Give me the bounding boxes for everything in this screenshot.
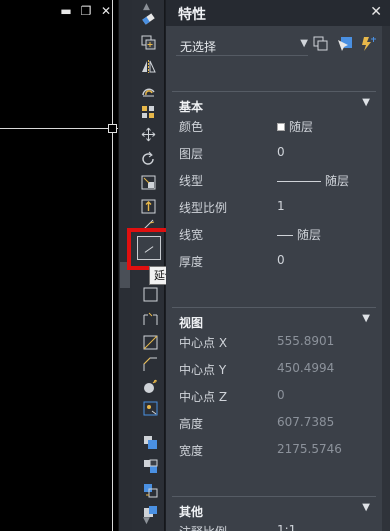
property-value: 0 [277, 388, 285, 402]
stretch-icon[interactable] [140, 198, 157, 215]
mirror-icon[interactable] [140, 58, 157, 75]
break-at-point-icon[interactable] [142, 310, 159, 327]
section-other[interactable]: 其他 ▼ [172, 496, 376, 519]
bring-front-icon[interactable] [142, 458, 159, 475]
minimize-icon[interactable]: ▬ [60, 4, 72, 18]
property-value: 0 [277, 145, 285, 159]
offset-icon[interactable] [140, 82, 157, 99]
array-icon[interactable] [140, 104, 157, 121]
restore-icon[interactable]: ❐ [80, 4, 92, 18]
property-value: 随层 [277, 172, 349, 189]
property-value: 随层 [277, 118, 313, 135]
property-label: 颜色 [179, 120, 204, 134]
property-label: 厚度 [179, 255, 204, 269]
crosshair-vertical [112, 0, 113, 531]
panel-scrollbar[interactable] [382, 26, 390, 531]
property-value: 随层 [277, 226, 321, 243]
draw-order-icon[interactable] [142, 434, 159, 451]
selection-dropdown[interactable]: 无选择 ▼ [176, 34, 308, 56]
property-label: 线型 [179, 174, 204, 188]
property-label: 线宽 [179, 228, 204, 242]
property-value: 0 [277, 253, 285, 267]
select-objects-icon[interactable] [337, 36, 353, 52]
property-label: 中心点 X [179, 336, 228, 350]
properties-panel: 特性 ✕ 无选择 ▼ 基本 ▼ 颜色 随层 图层 0 线型 随层 线型比例 1 … [166, 0, 390, 531]
break-icon[interactable] [142, 286, 159, 303]
property-row-color[interactable]: 颜色 随层 [179, 112, 375, 138]
color-swatch [277, 123, 285, 131]
close-icon[interactable]: ✕ [100, 4, 112, 18]
panel-header: 特性 ✕ [166, 0, 390, 26]
section-view[interactable]: 视图 ▼ [172, 307, 376, 330]
section-basic[interactable]: 基本 ▼ [172, 91, 376, 114]
property-row-width[interactable]: 宽度 2175.5746 [179, 436, 375, 462]
copy-icon[interactable] [140, 34, 157, 51]
close-icon[interactable]: ✕ [370, 4, 382, 20]
collapse-icon: ▼ [362, 313, 370, 324]
selection-value: 无选择 [180, 40, 217, 54]
linetype-sample [277, 181, 321, 182]
chamfer-icon[interactable] [142, 356, 159, 373]
property-row-center-z[interactable]: 中心点 Z 0 [179, 382, 375, 408]
toggle-pickadd-icon[interactable] [313, 36, 329, 52]
property-row-layer[interactable]: 图层 0 [179, 139, 375, 165]
property-row-center-x[interactable]: 中心点 X 555.8901 [179, 328, 375, 354]
send-back-icon[interactable] [142, 482, 159, 499]
join-icon[interactable] [142, 334, 159, 351]
property-label: 线型比例 [179, 201, 228, 215]
property-row-lineweight[interactable]: 线宽 随层 [179, 220, 375, 246]
scale-icon[interactable] [140, 174, 157, 191]
property-label: 中心点 Y [179, 363, 227, 377]
chevron-down-icon: ▼ [300, 38, 308, 49]
property-row-height[interactable]: 高度 607.7385 [179, 409, 375, 435]
blend-icon[interactable] [142, 400, 159, 417]
crosshair-horizontal [0, 128, 118, 129]
move-icon[interactable] [140, 126, 157, 143]
window-controls: ▬ ❐ ✕ [60, 4, 112, 18]
explode-icon[interactable] [142, 378, 159, 395]
property-label: 图层 [179, 147, 204, 161]
property-label: 注释比例 [179, 523, 227, 531]
panel-title: 特性 [178, 7, 206, 23]
property-row-center-y[interactable]: 中心点 Y 450.4994 [179, 355, 375, 381]
quick-select-icon[interactable] [361, 36, 377, 52]
crosshair-pickbox [108, 124, 117, 133]
property-value: 607.7385 [277, 415, 335, 429]
text-front-icon[interactable] [142, 504, 159, 521]
property-label: 高度 [179, 417, 204, 431]
property-value: 2175.5746 [277, 442, 342, 456]
property-label: 中心点 Z [179, 390, 228, 404]
eraser-icon[interactable] [140, 10, 157, 27]
property-row-linetype[interactable]: 线型 随层 [179, 166, 375, 192]
property-value: 450.4994 [277, 361, 335, 375]
drawing-canvas[interactable]: ▬ ❐ ✕ [0, 0, 118, 531]
property-value: 1 [277, 199, 285, 213]
collapse-icon: ▼ [362, 97, 370, 108]
property-row-annotation-scale[interactable]: 注释比例 1:1 [179, 517, 375, 531]
property-row-thickness[interactable]: 厚度 0 [179, 247, 375, 273]
lineweight-sample [277, 235, 293, 236]
collapse-icon: ▼ [362, 502, 370, 513]
rotate-icon[interactable] [140, 150, 157, 167]
property-row-linetype-scale[interactable]: 线型比例 1 [179, 193, 375, 219]
property-label: 宽度 [179, 444, 204, 458]
property-value: 1:1 [277, 523, 297, 531]
property-value: 555.8901 [277, 334, 335, 348]
